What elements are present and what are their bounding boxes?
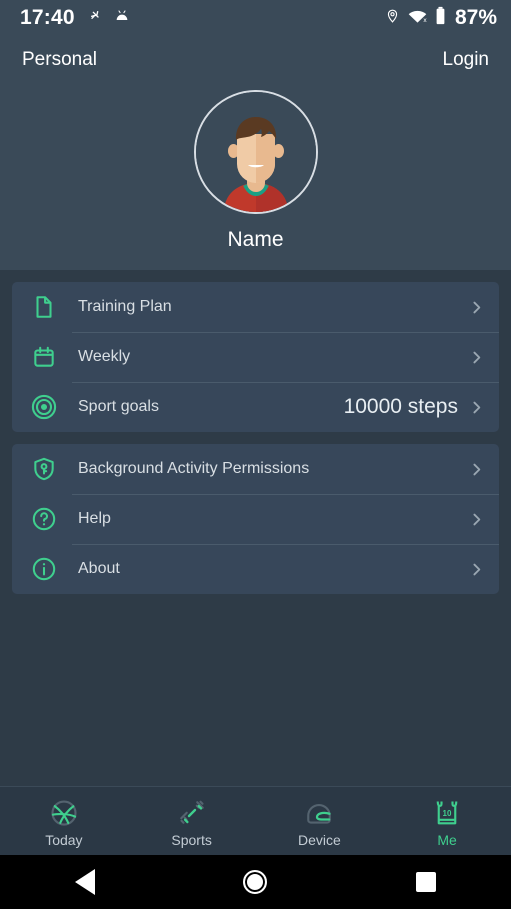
tab-label: Today xyxy=(45,832,83,848)
settings-card-training: Training Plan Weekly Sport goals 10000 s… xyxy=(12,282,499,432)
tab-sports[interactable]: Sports xyxy=(128,787,256,855)
page-title: Personal xyxy=(22,49,97,70)
info-circle-icon xyxy=(30,555,58,583)
dumbbell-icon xyxy=(177,798,207,828)
chevron-right-icon xyxy=(468,461,485,478)
tab-label: Me xyxy=(437,832,457,848)
battery-percent-label: 87% xyxy=(454,6,497,29)
chevron-right-icon xyxy=(468,561,485,578)
status-bar-right-icons: x 87% xyxy=(385,6,497,30)
avatar-illustration xyxy=(195,92,316,212)
login-button[interactable]: Login xyxy=(443,49,490,71)
chevron-right-icon xyxy=(468,299,485,316)
tab-label: Sports xyxy=(171,832,212,848)
svg-text:x: x xyxy=(423,16,427,23)
app-header: Personal Login Name xyxy=(0,36,511,270)
helmet-icon xyxy=(304,798,334,828)
android-recents-button[interactable] xyxy=(391,855,461,909)
app-bar-top: Personal Login xyxy=(0,40,511,80)
list-item-label: Help xyxy=(78,510,111,527)
calendar-icon xyxy=(30,343,58,371)
recents-square-icon xyxy=(415,872,436,892)
shield-key-icon xyxy=(30,455,58,483)
back-triangle-icon xyxy=(75,869,96,895)
chevron-right-icon xyxy=(468,511,485,528)
settings-card-system: Background Activity Permissions Help Abo… xyxy=(12,444,499,594)
battery-icon xyxy=(435,6,446,30)
target-icon xyxy=(30,393,58,421)
android-home-button[interactable] xyxy=(220,855,290,909)
tab-me[interactable]: 10 Me xyxy=(383,787,511,855)
settings-body: Training Plan Weekly Sport goals 10000 s… xyxy=(0,270,511,786)
sport-goals-value: 10000 steps xyxy=(343,395,458,418)
airplane-mode-icon xyxy=(89,8,105,29)
tab-device[interactable]: Device xyxy=(256,787,384,855)
document-icon xyxy=(30,293,58,321)
profile-section: Name xyxy=(0,80,511,270)
avatar[interactable] xyxy=(193,90,318,214)
android-notification-icon xyxy=(114,8,130,29)
list-item-label: Training Plan xyxy=(78,298,172,315)
list-item-help[interactable]: Help xyxy=(12,494,499,544)
list-item-about[interactable]: About xyxy=(12,544,499,594)
svg-text:10: 10 xyxy=(443,809,452,818)
location-pin-icon xyxy=(385,7,400,30)
profile-name: Name xyxy=(227,228,284,251)
status-bar: 17:40 x 87% xyxy=(0,0,511,36)
android-back-button[interactable] xyxy=(50,855,120,909)
phone-screen: 17:40 x 87% Personal Login Name Training… xyxy=(0,0,511,909)
list-item-background-activity-permissions[interactable]: Background Activity Permissions xyxy=(12,444,499,494)
question-circle-icon xyxy=(30,505,58,533)
list-item-label: About xyxy=(78,560,120,577)
basketball-icon xyxy=(49,798,79,828)
jersey-icon: 10 xyxy=(432,798,462,828)
list-item-weekly[interactable]: Weekly xyxy=(12,332,499,382)
chevron-right-icon xyxy=(468,349,485,366)
tab-today[interactable]: Today xyxy=(0,787,128,855)
tab-label: Device xyxy=(297,832,341,848)
status-bar-clock: 17:40 xyxy=(20,6,75,29)
bottom-tab-bar: Today Sports Device 10 Me xyxy=(0,786,511,855)
list-item-sport-goals[interactable]: Sport goals 10000 steps xyxy=(12,382,499,432)
wifi-off-icon: x xyxy=(408,8,427,29)
android-navigation-bar xyxy=(0,855,511,909)
list-item-label: Weekly xyxy=(78,348,131,365)
home-circle-icon xyxy=(243,870,268,894)
chevron-right-icon xyxy=(468,399,485,416)
list-item-label: Sport goals xyxy=(78,398,159,415)
list-item-training-plan[interactable]: Training Plan xyxy=(12,282,499,332)
status-bar-left-icons xyxy=(89,8,130,29)
list-item-label: Background Activity Permissions xyxy=(78,460,310,477)
